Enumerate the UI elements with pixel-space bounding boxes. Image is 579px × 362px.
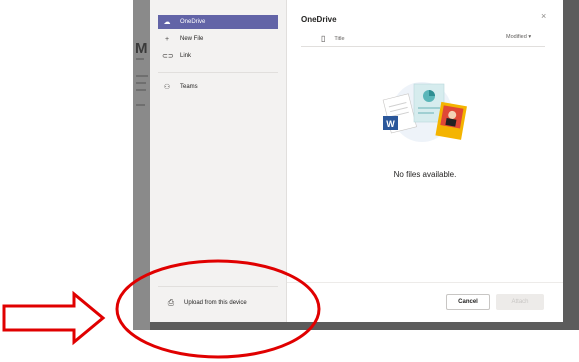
empty-files-illustration: W: [382, 82, 467, 142]
nav-item-onedrive[interactable]: ☁ OneDrive: [158, 15, 278, 29]
red-arrow-annotation: [2, 290, 106, 346]
dialog-title: OneDrive: [301, 15, 337, 24]
header-divider: [301, 46, 545, 47]
close-icon[interactable]: ×: [541, 11, 546, 21]
background-app-partial: M: [133, 0, 150, 330]
onedrive-cloud-icon: ☁: [163, 19, 171, 26]
empty-state-message: No files available.: [393, 170, 457, 179]
attach-button[interactable]: Attach: [496, 294, 544, 310]
footer-divider: [287, 282, 563, 283]
svg-text:W: W: [386, 119, 395, 129]
link-icon: ⊂⊃: [162, 53, 174, 60]
upload-file-icon: ⎙: [167, 298, 175, 307]
column-title[interactable]: ▯ Title: [321, 34, 345, 43]
pane-divider: [286, 0, 287, 322]
nav-item-label: OneDrive: [180, 19, 206, 25]
dialog-left-pane: ☁ OneDrive + New File ⊂⊃ Link ⚇ Teams ⎙ …: [150, 0, 286, 322]
upload-from-device-button[interactable]: ⎙ Upload from this device: [158, 296, 278, 310]
plus-icon: +: [164, 35, 170, 43]
file-type-icon: ▯: [321, 34, 326, 43]
nav-item-link[interactable]: ⊂⊃ Link: [158, 49, 278, 63]
nav-item-teams[interactable]: ⚇ Teams: [158, 80, 278, 94]
attach-file-dialog: ☁ OneDrive + New File ⊂⊃ Link ⚇ Teams ⎙ …: [150, 0, 563, 322]
nav-item-label: Teams: [180, 84, 198, 90]
nav-item-new-file[interactable]: + New File: [158, 32, 278, 46]
nav-divider: [158, 72, 278, 73]
cancel-button[interactable]: Cancel: [446, 294, 490, 310]
column-modified[interactable]: Modified ▾: [506, 34, 531, 40]
nav-item-label: New File: [180, 36, 204, 42]
nav-item-label: Link: [180, 53, 192, 59]
upload-divider: [158, 286, 278, 287]
background-title-fragment: M: [135, 40, 148, 57]
upload-label: Upload from this device: [184, 300, 247, 306]
teams-icon: ⚇: [163, 84, 171, 91]
column-title-label: Title: [334, 35, 345, 42]
